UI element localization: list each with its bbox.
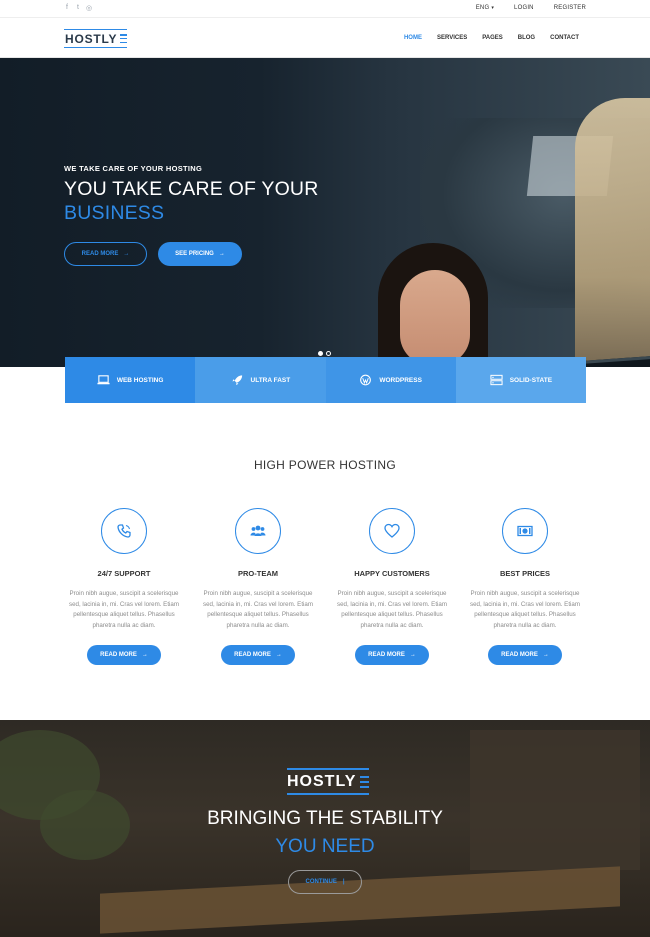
wordpress-icon	[360, 374, 372, 386]
service-icon-circle	[502, 508, 548, 554]
feature-label: SOLID-STATE	[509, 376, 553, 384]
feature-solid-state[interactable]: SOLID-STATE	[455, 357, 586, 403]
laptop-icon	[97, 375, 110, 385]
feature-strip: WEB HOSTING ULTRA FAST WORDPRESS SOLID-S…	[65, 357, 586, 403]
rocket-icon	[231, 375, 242, 386]
language-select[interactable]: ENG ▾	[476, 5, 494, 11]
service-icon-circle	[235, 508, 281, 554]
main-navbar: HOSTLY HOME SERVICES PAGES BLOG CONTACT	[0, 18, 650, 65]
phone-icon	[117, 524, 131, 538]
service-card-happy-customers: HAPPY CUSTOMERS Proin nibh augue, suscip…	[332, 508, 452, 665]
feature-label: WORDPRESS	[379, 376, 422, 384]
arrow-right-icon: →	[275, 652, 282, 658]
services-section-title: HIGH POWER HOSTING	[253, 458, 397, 472]
hero-person-right	[575, 98, 650, 367]
feature-wordpress[interactable]: WORDPRESS	[325, 357, 456, 403]
slider-dot-2[interactable]	[326, 351, 331, 356]
hero-slider: WE TAKE CARE OF YOUR HOSTING YOU TAKE CA…	[0, 58, 650, 367]
stability-band: HOSTLY BRINGING THE STABILITY YOU NEED C…	[0, 720, 650, 937]
service-description: Proin nibh augue, suscipit a scelerisque…	[469, 590, 581, 629]
service-icon-circle	[101, 508, 147, 554]
logo-text: HOSTLY	[65, 31, 118, 46]
service-description: Proin nibh augue, suscipit a scelerisque…	[202, 590, 314, 629]
service-description: Proin nibh augue, suscipit a scelerisque…	[336, 590, 448, 629]
hero-see-pricing-label: SEE PRICING	[175, 251, 214, 257]
hero-title-line1: YOU TAKE CARE OF YOUR	[64, 178, 319, 200]
service-name: PRO-TEAM	[238, 569, 278, 578]
service-name: HAPPY CUSTOMERS	[354, 569, 430, 578]
nav-item-pages[interactable]: PAGES	[482, 35, 503, 41]
service-read-more-button[interactable]: READ MORE →	[355, 645, 429, 665]
continue-label: CONTINUE	[305, 879, 337, 885]
hero-see-pricing-button[interactable]: SEE PRICING →	[158, 242, 242, 266]
feature-label: ULTRA FAST	[250, 376, 291, 384]
band-logo: HOSTLY	[287, 768, 370, 795]
site-logo[interactable]: HOSTLY	[64, 29, 128, 48]
top-bar: f t ◎ ENG ▾ LOGIN REGISTER	[0, 0, 650, 18]
hero-subtitle: WE TAKE CARE OF YOUR HOSTING	[64, 164, 203, 173]
nav-item-contact[interactable]: CONTACT	[550, 35, 579, 41]
hero-read-more-button[interactable]: READ MORE →	[64, 242, 147, 266]
cursor-bar-icon: |	[342, 879, 345, 885]
heart-icon	[384, 523, 400, 538]
service-card-support: 24/7 SUPPORT Proin nibh augue, suscipit …	[64, 508, 184, 665]
service-card-pro-team: PRO-TEAM Proin nibh augue, suscipit a sc…	[198, 508, 318, 665]
read-more-label: READ MORE	[234, 652, 271, 658]
arrow-right-icon: →	[141, 652, 148, 658]
nav-item-home[interactable]: HOME	[403, 35, 422, 65]
twitter-icon[interactable]: t	[75, 4, 81, 12]
service-name: 24/7 SUPPORT	[97, 569, 151, 578]
hero-title-line2: BUSINESS	[64, 202, 165, 224]
service-name: BEST PRICES	[499, 569, 550, 578]
arrow-right-icon: →	[218, 251, 225, 257]
read-more-label: READ MORE	[368, 652, 405, 658]
language-label: ENG	[475, 5, 490, 11]
band-logo-text: HOSTLY	[287, 772, 357, 790]
facebook-icon[interactable]: f	[64, 4, 70, 12]
service-read-more-button[interactable]: READ MORE →	[87, 645, 161, 665]
register-link[interactable]: REGISTER	[554, 5, 586, 11]
band-title-line2: YOU NEED	[275, 836, 375, 857]
nav-item-blog[interactable]: BLOG	[518, 35, 535, 41]
team-icon	[250, 525, 266, 536]
top-links: ENG ▾ LOGIN REGISTER	[476, 5, 586, 11]
nav-item-services[interactable]: SERVICES	[437, 35, 467, 41]
read-more-label: READ MORE	[501, 652, 538, 658]
service-icon-circle	[369, 508, 415, 554]
instagram-icon[interactable]: ◎	[86, 4, 92, 12]
service-read-more-button[interactable]: READ MORE →	[488, 645, 562, 665]
slider-dots	[318, 351, 331, 356]
band-title-line1: BRINGING THE STABILITY	[207, 808, 443, 829]
feature-ultra-fast[interactable]: ULTRA FAST	[195, 357, 326, 403]
slider-dot-1[interactable]	[318, 351, 323, 356]
caret-down-icon: ▾	[491, 5, 495, 11]
feature-label: WEB HOSTING	[116, 376, 164, 384]
arrow-right-icon: →	[542, 652, 549, 658]
arrow-right-icon: →	[123, 251, 130, 257]
service-description: Proin nibh augue, suscipit a scelerisque…	[68, 590, 180, 629]
continue-button[interactable]: CONTINUE |	[288, 870, 362, 894]
read-more-label: READ MORE	[100, 652, 137, 658]
logo-bars-icon	[120, 34, 128, 43]
logo-bars-icon	[360, 775, 370, 788]
money-icon	[517, 525, 533, 537]
arrow-right-icon: →	[409, 652, 416, 658]
social-links: f t ◎	[64, 4, 92, 12]
service-card-best-prices: BEST PRICES Proin nibh augue, suscipit a…	[465, 508, 585, 665]
service-read-more-button[interactable]: READ MORE →	[221, 645, 295, 665]
main-menu: HOME SERVICES PAGES BLOG CONTACT	[403, 35, 579, 65]
feature-web-hosting[interactable]: WEB HOSTING	[65, 357, 196, 403]
login-link[interactable]: LOGIN	[514, 5, 534, 11]
hero-person-face	[400, 270, 470, 365]
hero-read-more-label: READ MORE	[81, 251, 119, 257]
server-icon	[490, 374, 503, 386]
